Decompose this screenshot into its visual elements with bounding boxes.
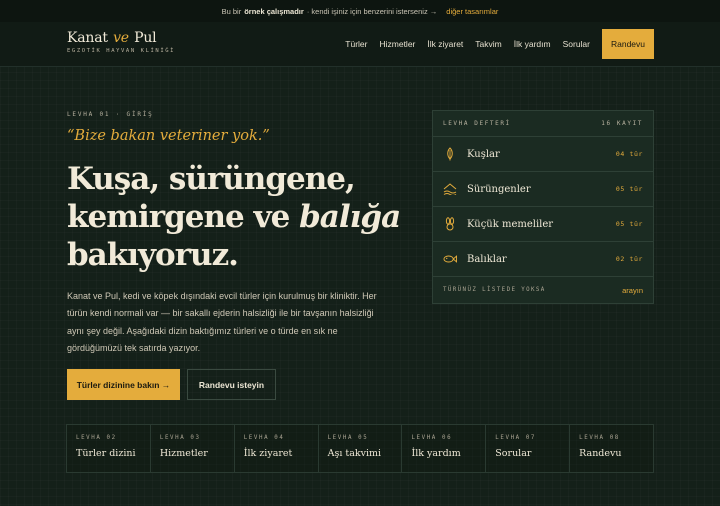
nav-item-hizmetler[interactable]: Hizmetler xyxy=(379,39,415,49)
registry-label: Sürüngenler xyxy=(467,183,531,195)
index-title: Aşı takvimi xyxy=(327,448,382,459)
index-title: Hizmetler xyxy=(159,448,208,459)
index-title: Türler dizini xyxy=(76,448,136,459)
species-index-button[interactable]: Türler dizinine bakın → xyxy=(67,369,180,400)
index-title: Randevu xyxy=(579,448,622,459)
feather-icon xyxy=(443,147,457,161)
registry-species-count: 05 tür xyxy=(615,185,643,193)
registry-row-birds[interactable]: Kuşlar 04 tür xyxy=(433,137,653,172)
rabbit-icon xyxy=(443,217,457,231)
index-title: İlk yardım xyxy=(411,448,461,459)
nav-item-ilk-ziyaret[interactable]: İlk ziyaret xyxy=(427,39,463,49)
registry-row-reptiles[interactable]: Sürüngenler 05 tür xyxy=(433,172,653,207)
registry-row-fish[interactable]: Balıklar 02 tür xyxy=(433,242,653,277)
index-title: Sorular xyxy=(495,448,532,459)
hero-intro: Kanat ve Pul, kedi ve köpek dışındaki ev… xyxy=(67,291,377,354)
fish-icon xyxy=(443,252,457,266)
announcement-emphasis: örnek çalışmadır xyxy=(244,6,304,16)
nav-item-takvim[interactable]: Takvim xyxy=(475,39,501,49)
registry-panel: LEVHA DEFTERİ 16 KAYIT Kuşlar 04 tür Sür… xyxy=(432,110,654,304)
nav-item-ilk-yardim[interactable]: İlk yardım xyxy=(514,39,551,49)
appointment-button[interactable]: Randevu xyxy=(602,29,654,59)
hero-quote: “Bize bakan veteriner yok.” xyxy=(67,128,270,144)
request-appointment-button[interactable]: Randevu isteyin xyxy=(187,369,276,400)
site-header: Kanat ve Pul EGZOTİK HAYVAN KLİNİĞİ Türl… xyxy=(0,22,720,67)
registry-header: LEVHA DEFTERİ 16 KAYIT xyxy=(433,111,653,137)
index-card-ilk-yardim[interactable]: LEVHA 06 İlk yardım xyxy=(402,425,487,472)
index-title: İlk ziyaret xyxy=(243,448,293,459)
registry-species-count: 04 tür xyxy=(615,150,643,158)
brand-subtitle: EGZOTİK HAYVAN KLİNİĞİ xyxy=(67,48,176,54)
index-card-turler-dizini[interactable]: LEVHA 02 Türler dizini xyxy=(67,425,151,472)
headline-line-3: bakıyoruz. xyxy=(67,237,239,273)
index-card-hizmetler[interactable]: LEVHA 03 Hizmetler xyxy=(151,425,235,472)
main-nav: Türler Hizmetler İlk ziyaret Takvim İlk … xyxy=(333,29,654,59)
registry-label: Balıklar xyxy=(467,253,507,265)
registry-title: LEVHA DEFTERİ xyxy=(443,120,511,127)
registry-row-small-mammals[interactable]: Küçük memeliler 05 tür xyxy=(433,207,653,242)
index-card-asi-takvimi[interactable]: LEVHA 05 Aşı takvimi xyxy=(319,425,403,472)
index-number: LEVHA 04 xyxy=(243,435,285,441)
index-number: LEVHA 07 xyxy=(495,435,537,441)
registry-species-count: 02 tür xyxy=(615,255,643,263)
index-card-sorular[interactable]: LEVHA 07 Sorular xyxy=(486,425,571,472)
headline-line-1: Kuşa, sürüngene, xyxy=(67,161,356,197)
announcement-bar: Bu bir örnek çalışmadır · kendi işiniz i… xyxy=(0,0,720,22)
hero-headline: Kuşa, sürüngene, kemirgene ve balığa bak… xyxy=(67,160,401,274)
index-number: LEVHA 08 xyxy=(579,435,620,441)
announcement-prefix: Bu bir xyxy=(221,6,242,16)
dunes-icon xyxy=(443,182,457,196)
index-number: LEVHA 06 xyxy=(411,435,453,441)
index-card-randevu[interactable]: LEVHA 08 Randevu xyxy=(570,425,653,472)
registry-species-count: 05 tür xyxy=(615,220,643,228)
registry-count: 16 KAYIT xyxy=(601,120,643,127)
nav-item-turler[interactable]: Türler xyxy=(345,39,367,49)
headline-emphasis: balığa xyxy=(299,199,401,235)
nav-item-sorular[interactable]: Sorular xyxy=(563,39,590,49)
brand-name: Kanat ve Pul xyxy=(67,30,157,46)
index-number: LEVHA 02 xyxy=(76,435,117,441)
plate-index: LEVHA 02 Türler dizini LEVHA 03 Hizmetle… xyxy=(66,424,654,473)
call-link[interactable]: arayın xyxy=(622,286,643,295)
registry-label: Kuşlar xyxy=(467,148,500,160)
headline-line-2: kemirgene ve balığa xyxy=(67,199,401,235)
registry-footer: TÜRÜNÜZ LİSTEDE YOKSA arayın xyxy=(433,277,653,303)
registry-label: Küçük memeliler xyxy=(467,218,554,230)
hero-eyebrow: LEVHA 01 · GİRİŞ xyxy=(67,111,154,118)
announcement-suffix: · kendi işiniz için benzerini isterseniz… xyxy=(306,6,438,16)
index-card-ilk-ziyaret[interactable]: LEVHA 04 İlk ziyaret xyxy=(235,425,319,472)
brand-logo[interactable]: Kanat ve Pul EGZOTİK HAYVAN KLİNİĞİ xyxy=(67,30,175,54)
registry-footer-note: TÜRÜNÜZ LİSTEDE YOKSA xyxy=(443,287,546,293)
index-number: LEVHA 03 xyxy=(159,435,201,441)
other-designs-link[interactable]: diğer tasarımlar xyxy=(446,7,498,16)
index-number: LEVHA 05 xyxy=(327,435,369,441)
